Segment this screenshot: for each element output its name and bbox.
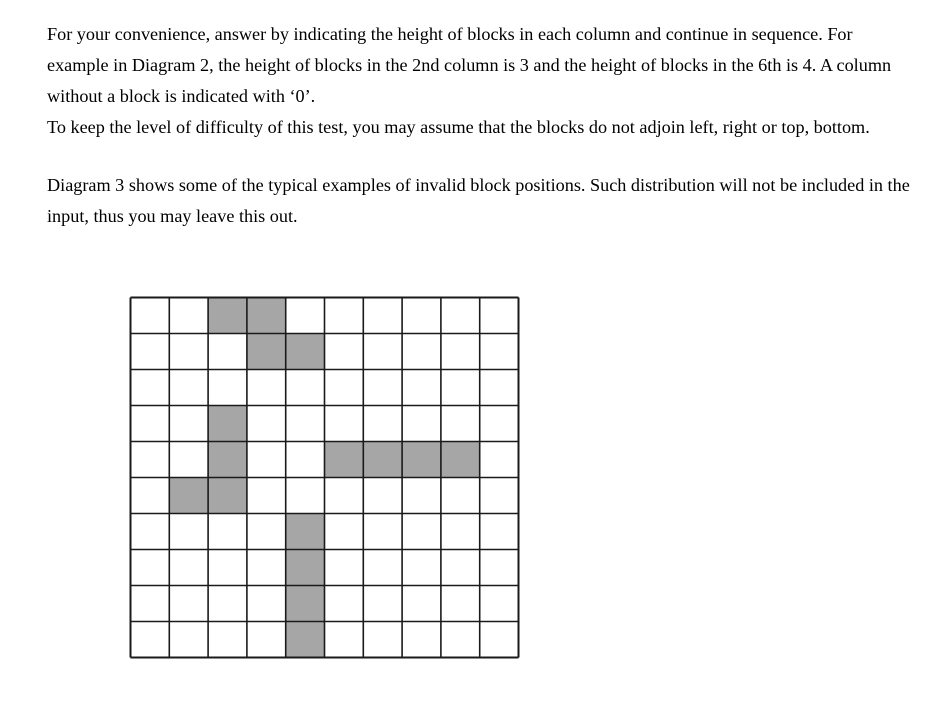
block-grid-diagram [129, 296, 520, 659]
instructions-text: For your convenience, answer by indicati… [47, 19, 917, 232]
paragraph-difficulty-assumption: To keep the level of difficulty of this … [47, 117, 870, 137]
diagram-3-figure [129, 296, 520, 661]
paragraph-invalid-positions: Diagram 3 shows some of the typical exam… [47, 175, 910, 226]
paragraph-answer-format: For your convenience, answer by indicati… [47, 24, 892, 106]
